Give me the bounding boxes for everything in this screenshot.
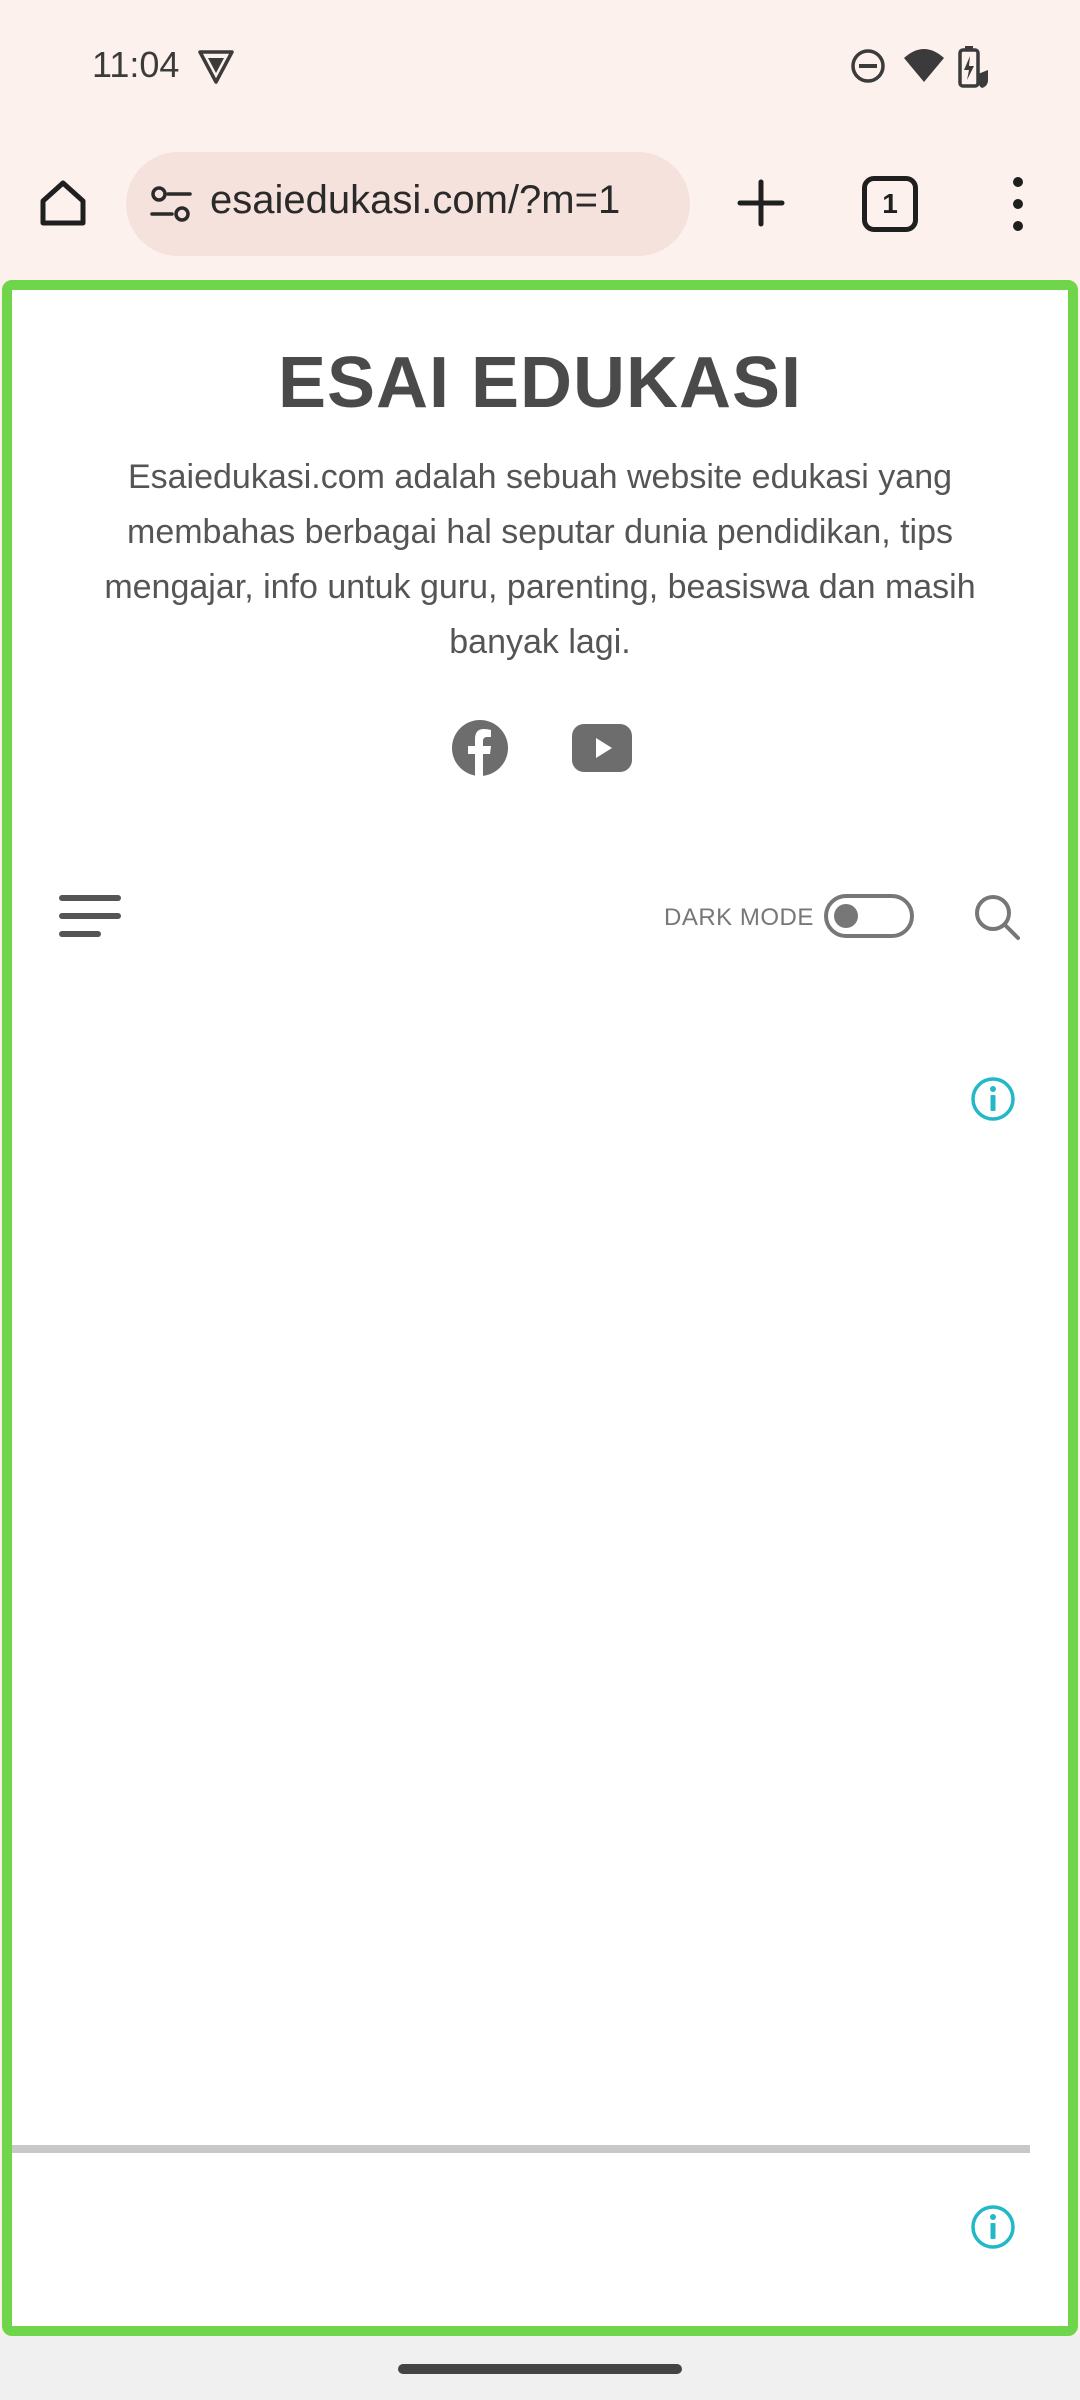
toggle-knob: [834, 904, 858, 928]
gesture-handle[interactable]: [398, 2364, 682, 2374]
dark-mode-toggle[interactable]: [824, 894, 914, 938]
do-not-disturb-icon: [851, 49, 885, 83]
facebook-icon[interactable]: [452, 720, 508, 776]
tab-switcher-button[interactable]: 1: [862, 176, 918, 232]
site-nav: DARK MODE: [12, 890, 1068, 970]
battery-charging-icon: [958, 46, 988, 88]
screen: 11:04 esaiedukasi.com/?m=1 1 ESAI EDUKAS…: [0, 0, 1080, 2400]
home-button[interactable]: [30, 170, 96, 236]
browser-toolbar: esaiedukasi.com/?m=1 1: [0, 140, 1080, 270]
hamburger-menu-icon[interactable]: [58, 890, 122, 946]
home-icon: [40, 180, 86, 226]
wifi-icon: [904, 49, 944, 82]
site-settings-icon[interactable]: [148, 182, 194, 226]
content-divider: [12, 2145, 1030, 2153]
site-description: Esaiedukasi.com adalah sebuah website ed…: [104, 458, 976, 661]
status-time: 11:04: [92, 44, 180, 85]
url-text[interactable]: esaiedukasi.com/?m=1: [210, 178, 620, 223]
site-title[interactable]: ESAI EDUKASI: [12, 342, 1068, 424]
vpn-key-icon: [198, 50, 234, 84]
ad-info-icon[interactable]: [970, 2204, 1016, 2250]
web-content: ESAI EDUKASI Esaiedukasi.com adalah sebu…: [2, 280, 1078, 2336]
tab-count: 1: [882, 188, 898, 219]
status-bar: 11:04: [0, 0, 1080, 130]
youtube-icon[interactable]: [572, 724, 632, 772]
ad-info-icon[interactable]: [970, 1076, 1016, 1122]
new-tab-button[interactable]: [728, 170, 794, 236]
dark-mode-label: DARK MODE: [664, 904, 814, 931]
url-bar[interactable]: esaiedukasi.com/?m=1: [126, 152, 690, 256]
search-icon[interactable]: [972, 892, 1022, 942]
overflow-menu-icon[interactable]: [998, 168, 1038, 240]
social-links: [12, 720, 1068, 780]
